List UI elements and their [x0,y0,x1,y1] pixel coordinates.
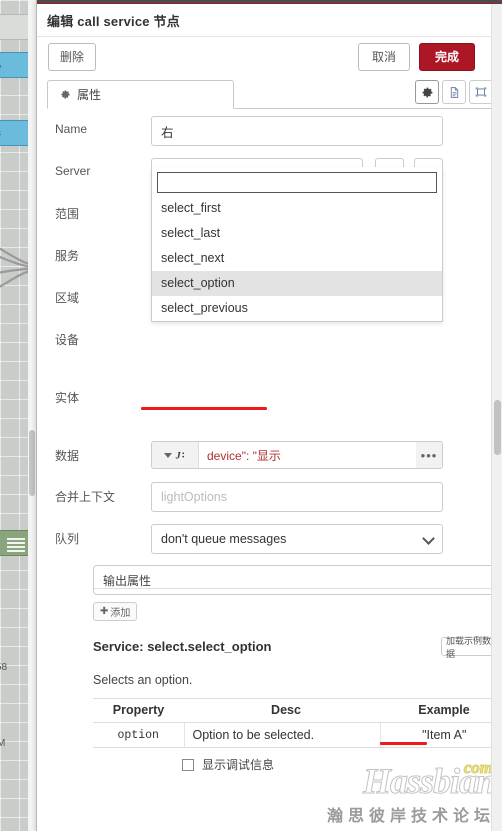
service-label: 服务 [55,249,80,263]
device-label: 设备 [55,333,80,347]
service-description: Selects an option. [93,673,193,687]
appearance-icon-button[interactable] [469,80,493,104]
form-row-device: 设备 [37,325,502,355]
cell-property: option [93,722,185,748]
gear-icon-button[interactable] [415,80,439,104]
watermark: Hassbian com 瀚思彼岸技术论坛 [309,758,497,826]
merge-context-label: 合并上下文 [55,490,116,504]
service-parameters-table: Property Desc Example option Option to b… [93,698,502,748]
data-json-input[interactable]: J device": "显示 ••• [151,441,443,469]
watermark-subtitle: 瀚思彼岸技术论坛 [326,808,495,825]
cancel-button[interactable]: 取消 [358,43,410,71]
entity-label: 实体 [55,391,80,405]
add-button-label: 添加 [110,608,131,619]
dialog-button-row: 删除 取消 完成 [37,36,502,76]
tab-properties-label: 属性 [77,88,102,102]
form-row-data: 数据 J device": "显示 ••• [37,441,502,471]
output-properties-box[interactable]: 输出属性 [93,565,502,595]
description-icon-button[interactable] [442,80,466,104]
form-row-queue: 队列 don't queue messages [37,524,502,554]
flow-canvas-background: 洗手 /开机 /休眠 , 9:58 7 PM [0,0,40,831]
chevron-down-icon [422,532,435,545]
area-label: 区域 [55,291,80,305]
canvas-node-label: /休眠 [0,127,1,138]
queue-value: don't queue messages [161,532,287,546]
form-row-name: Name 右 [37,116,502,146]
dialog-tab-bar: 属性 [47,80,493,109]
name-input[interactable]: 右 [151,116,443,146]
queue-label: 队列 [55,532,80,546]
name-label: Name [55,122,88,136]
document-icon [450,86,458,98]
table-header-row: Property Desc Example [93,698,502,723]
queue-select[interactable]: don't queue messages [151,524,443,554]
canvas-node-label: /开机 [0,59,1,70]
dialog-top-accent-bar [37,0,502,4]
chevron-down-icon [163,452,172,458]
form-row-entity: 实体 [37,383,502,413]
dialog-scrollbar[interactable] [491,4,502,831]
service-dropdown-search-input[interactable] [157,172,437,193]
watermark-tld: com [463,758,493,778]
delete-button[interactable]: 删除 [48,43,96,71]
canvas-scrollbar-thumb[interactable] [29,430,35,496]
data-type-select[interactable]: J [152,442,199,468]
canvas-timestamp-0: , 9:58 [0,662,8,673]
show-debug-info-checkbox[interactable] [182,758,194,771]
edit-node-dialog: 编辑 call service 节点 删除 取消 完成 属性 Name 右 Se… [36,0,502,831]
show-debug-info-checkbox-row[interactable]: 显示调试信息 [182,756,274,773]
dropdown-item-select-option[interactable]: select_option [152,271,442,296]
cell-desc: Option to be selected. [184,722,381,748]
tab-properties[interactable]: 属性 [47,80,234,109]
server-label: Server [55,164,91,178]
dialog-title: 编辑 call service 节点 [47,14,180,29]
gear-icon [422,87,432,97]
output-properties-divider [94,588,502,589]
data-expand-button[interactable]: ••• [416,442,442,468]
appearance-icon [475,87,487,97]
done-button[interactable]: 完成 [419,43,475,71]
output-properties-label: 输出属性 [103,574,152,588]
scope-label: 范围 [55,207,80,221]
dropdown-item-select-last[interactable]: select_last [152,221,442,246]
svg-text:J: J [175,450,182,461]
table-row: option Option to be selected. "Item A" [93,722,502,748]
canvas-timestamp-1: 7 PM [0,738,6,749]
dropdown-item-select-first[interactable]: select_first [152,196,442,221]
dialog-scrollbar-thumb[interactable] [494,400,501,455]
form-row-merge-context: 合并上下文 lightOptions [37,482,502,512]
plus-icon: ✚ [100,606,109,617]
watermark-main: Hassbian [362,761,496,801]
column-header-example: Example [380,698,502,723]
canvas-scrollbar[interactable] [28,0,36,831]
add-output-property-button[interactable]: ✚ 添加 [93,602,138,621]
annotation-underline-item-a [380,742,427,745]
dropdown-item-select-previous[interactable]: select_previous [152,296,442,321]
dropdown-item-select-next[interactable]: select_next [152,246,442,271]
service-docs-title: Service: select.select_option [93,639,272,654]
merge-context-input[interactable]: lightOptions [151,482,443,512]
gear-icon [61,90,70,99]
tab-icon-group [415,80,493,104]
data-label: 数据 [55,449,80,463]
data-json-value: device": "显示 [207,448,281,463]
show-debug-info-label: 显示调试信息 [202,758,275,772]
column-header-desc: Desc [184,698,380,723]
annotation-underline-select-option [141,407,267,410]
service-dropdown-list[interactable]: select_first select_last select_next sel… [151,167,443,322]
column-header-property: Property [93,698,184,723]
list-stack-icon [7,538,25,552]
json-icon: J [175,450,184,461]
